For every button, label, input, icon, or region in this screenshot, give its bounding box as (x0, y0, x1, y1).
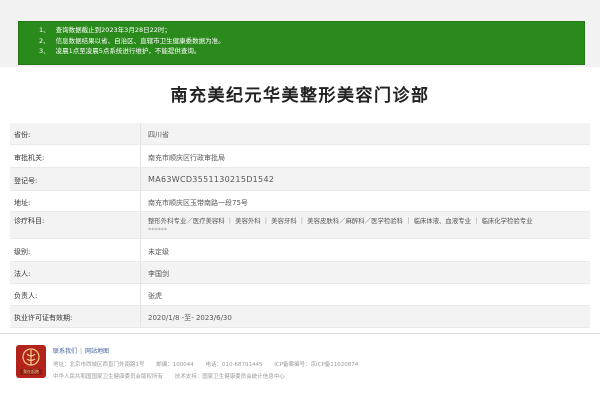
label-approval-authority: 审批机关: (14, 154, 45, 162)
footer-links: 联系我们 | 网站地图 (53, 348, 110, 355)
label-address: 地址: (14, 199, 31, 207)
row-person-in-charge: 负责人: 张虎 (10, 284, 590, 306)
label-person-in-charge: 负责人: (14, 292, 38, 300)
footer-icp[interactable]: ICP备案编号：京ICP备11020874 (274, 362, 358, 368)
value-treatment-subjects: 整形外科专业／医疗美容科 ｜ 美容外科 ｜ 美容牙科 ｜ 美容皮肤科／麻醉科／医… (148, 217, 533, 225)
footer-copyright: 中华人民共和国国家卫生健康委员会版权所有 (53, 374, 164, 380)
row-registration-number: 登记号: MA63WCD3551130215D1542 (10, 168, 590, 191)
notice-line: 2、 信息数据结果以省、自治区、直辖市卫生健康委数据为准。 (39, 36, 225, 45)
notice-line: 3、 凌晨1点至凌晨5点系统进行维护，不能提供查询。 (39, 47, 201, 55)
value-province: 四川省 (148, 131, 169, 139)
label-license-validity: 执业许可证有效期: (14, 314, 73, 322)
label-treatment-subjects: 诊疗科目: (14, 217, 45, 225)
page-title: 南充美纪元华美整形美容门诊部 (170, 86, 430, 106)
row-treatment-subjects: 诊疗科目: 整形外科专业／医疗美容科 ｜ 美容外科 ｜ 美容牙科 ｜ 美容皮肤科… (10, 212, 590, 239)
detail-card: 南充美纪元华美整形美容门诊部 省份: 四川省 审批机关: 南充市顺庆区行政审批局… (0, 67, 600, 400)
label-province: 省份: (14, 131, 31, 139)
value-address: 南充市顺庆区玉带南路一段75号 (148, 199, 248, 207)
emblem-logo: 我在起跑 (16, 345, 46, 378)
footer: 我在起跑 联系我们 | 网站地图 地址：北京市西城区西直门外南路1号 邮编：1000… (0, 333, 600, 400)
value-treatment-subjects-more: ****** (148, 226, 168, 234)
label-registration-number: 登记号: (14, 177, 38, 185)
page: 1、 查询数据截止到2023年3月28日22时； 2、 信息数据结果以省、自治区、直… (0, 0, 600, 400)
footer-copyright-line: 中华人民共和国国家卫生健康委员会版权所有 技术支持：国家卫生健康委员会统计信息中… (53, 372, 295, 380)
value-registration-number: MA63WCD3551130215D1542 (148, 175, 275, 184)
footer-phone: 电话：010-68791445 (205, 362, 263, 368)
value-legal-person: 李国剑 (148, 270, 169, 278)
footer-contact-line: 地址：北京市西城区西直门外南路1号 邮编：100044 电话：010-68791… (53, 360, 368, 368)
logo-text: 我在起跑 (23, 369, 39, 374)
contact-us-link[interactable]: 联系我们 (53, 348, 77, 355)
label-level: 级别: (14, 248, 31, 256)
value-approval-authority: 南充市顺庆区行政审批局 (148, 154, 225, 162)
row-approval-authority: 审批机关: 南充市顺庆区行政审批局 (10, 145, 590, 168)
notice-line: 1、 查询数据截止到2023年3月28日22时； (39, 26, 171, 34)
footer-postcode: 邮编：100044 (156, 362, 194, 368)
value-level: 未定级 (148, 248, 169, 256)
notice-banner: 1、 查询数据截止到2023年3月28日22时； 2、 信息数据结果以省、自治区、直… (18, 21, 585, 65)
row-level: 级别: 未定级 (10, 239, 590, 262)
row-province: 省份: 四川省 (10, 123, 590, 145)
value-license-validity: 2020/1/8 -至- 2023/6/30 (148, 314, 232, 322)
row-legal-person: 法人: 李国剑 (10, 262, 590, 284)
info-table: 省份: 四川省 审批机关: 南充市顺庆区行政审批局 登记号: MA63WCD35… (10, 123, 590, 328)
value-person-in-charge: 张虎 (148, 292, 162, 300)
label-legal-person: 法人: (14, 270, 31, 278)
footer-support: 技术支持：国家卫生健康委员会统计信息中心 (174, 374, 285, 380)
footer-address: 地址：北京市西城区西直门外南路1号 (53, 362, 145, 368)
row-license-validity: 执业许可证有效期: 2020/1/8 -至- 2023/6/30 (10, 306, 590, 328)
site-map-link[interactable]: 网站地图 (85, 348, 109, 355)
row-address: 地址: 南充市顺庆区玉带南路一段75号 (10, 191, 590, 212)
